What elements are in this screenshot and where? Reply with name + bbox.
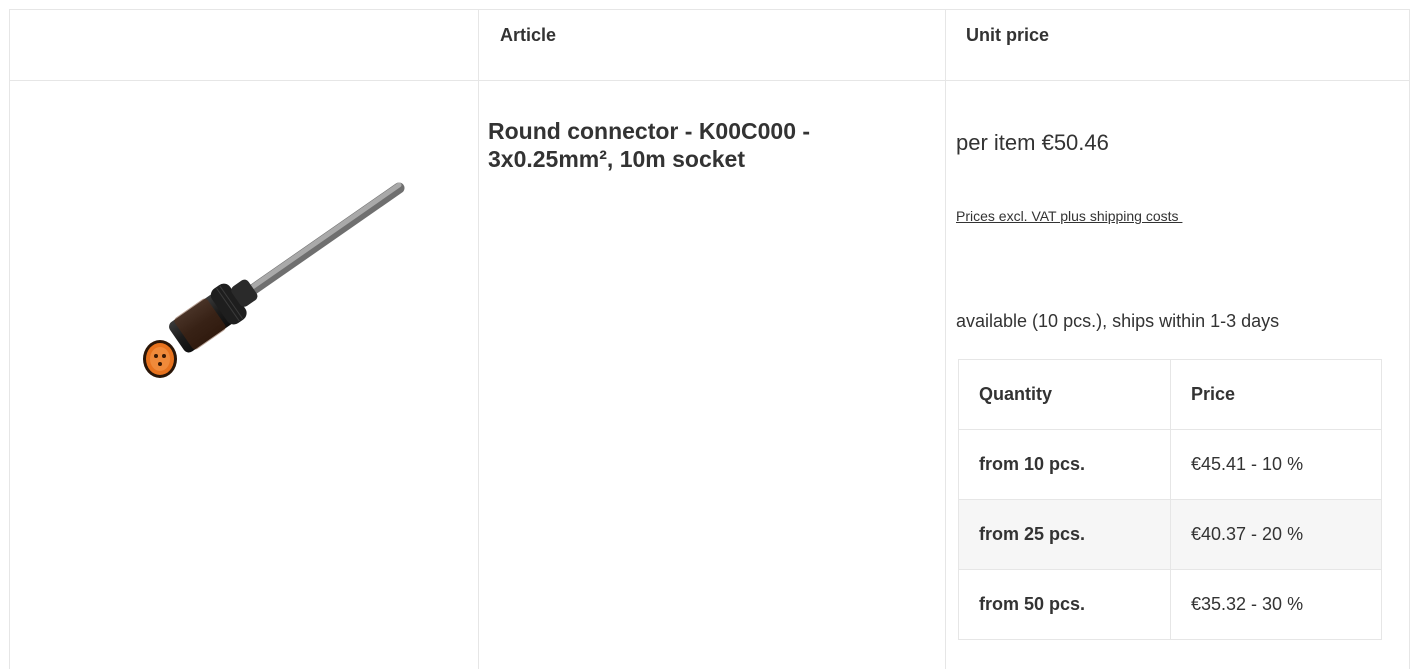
tier-header-quantity: Quantity xyxy=(959,360,1171,429)
tier-header-price: Price xyxy=(1191,384,1236,404)
tier-row: from 25 pcs. €40.37 - 20 % xyxy=(959,499,1381,569)
price-tier-table: Quantity Price from 10 pcs. €45.41 - 10 … xyxy=(958,359,1382,640)
tier-quantity: from 10 pcs. xyxy=(959,430,1171,499)
product-title[interactable]: Round connector - K00C000 - 3x0.25mm², 1… xyxy=(488,117,908,173)
header-divider xyxy=(10,80,1409,81)
tier-quantity: from 25 pcs. xyxy=(959,500,1171,569)
product-image[interactable] xyxy=(115,170,415,415)
column-divider xyxy=(945,10,946,669)
tier-row: from 10 pcs. €45.41 - 10 % xyxy=(959,429,1381,499)
tier-price: €35.32 - 30 % xyxy=(1191,594,1304,614)
availability-status: available (10 pcs.), ships within 1-3 da… xyxy=(956,311,1280,331)
column-divider xyxy=(478,10,479,669)
tier-price: €40.37 - 20 % xyxy=(1191,524,1304,544)
column-header-article: Article xyxy=(500,24,557,45)
tier-table-header: Quantity Price xyxy=(959,360,1381,429)
tier-price: €45.41 - 10 % xyxy=(1191,454,1304,474)
tier-row: from 50 pcs. €35.32 - 30 % xyxy=(959,569,1381,639)
cable-connector-image xyxy=(143,182,405,378)
tier-quantity: from 50 pcs. xyxy=(959,570,1171,639)
unit-price: per item €50.46 xyxy=(956,130,1109,155)
column-header-unit-price: Unit price xyxy=(966,24,1050,45)
vat-shipping-link[interactable]: Prices excl. VAT plus shipping costs xyxy=(956,208,1182,224)
